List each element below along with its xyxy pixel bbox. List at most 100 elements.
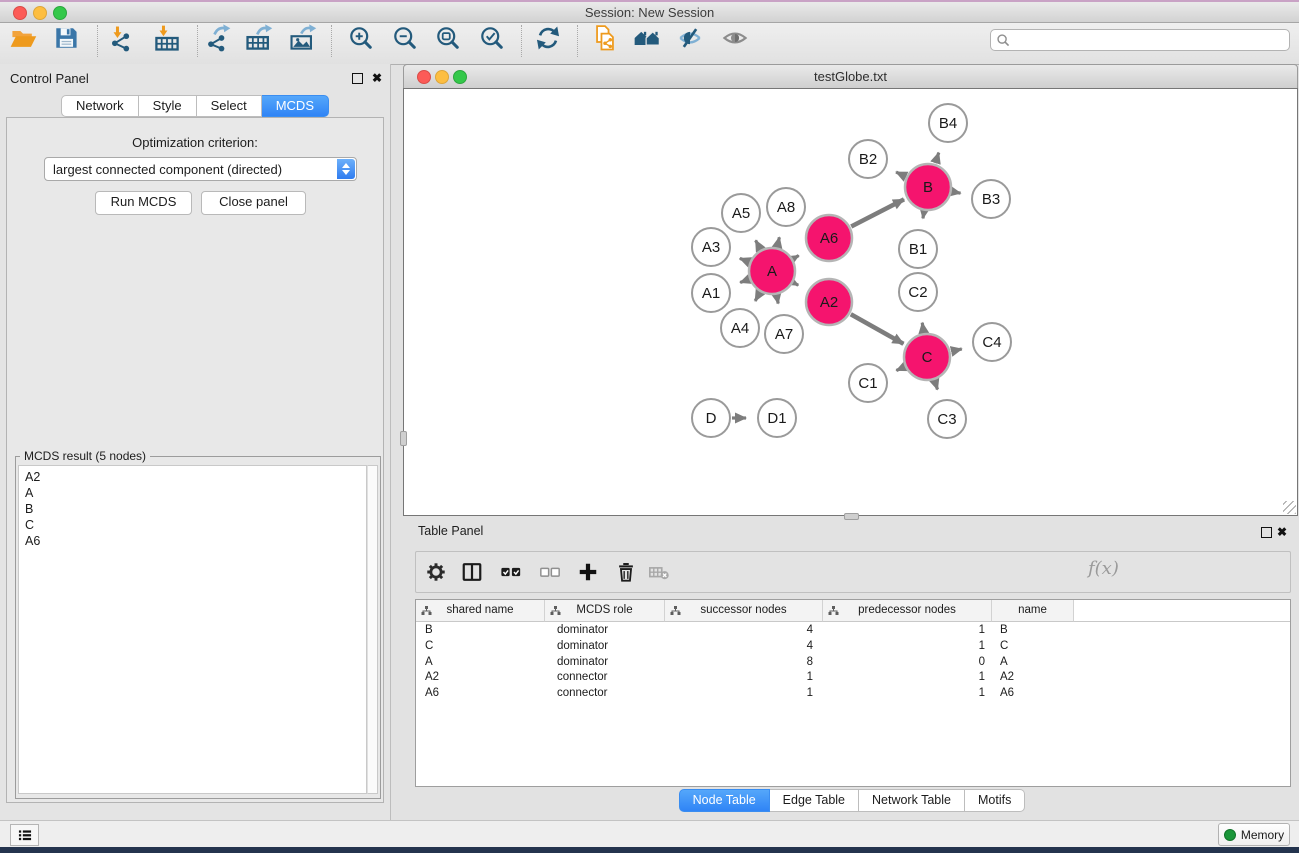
table-row[interactable]: A2connector11A2 bbox=[416, 670, 1290, 686]
graph-edge-A-A3[interactable] bbox=[740, 258, 749, 261]
tab-mcds[interactable]: MCDS bbox=[262, 95, 329, 117]
table-cell[interactable]: 4 bbox=[665, 639, 823, 655]
show-panels-button[interactable] bbox=[10, 824, 39, 846]
tab-network[interactable]: Network bbox=[61, 95, 139, 117]
graph-edge-B-B3[interactable] bbox=[953, 192, 961, 194]
tab-motifs[interactable]: Motifs bbox=[965, 789, 1025, 812]
export-table-icon[interactable] bbox=[242, 21, 276, 55]
graph-edge-A-A2[interactable] bbox=[794, 283, 798, 285]
graph-edge-C-C3[interactable] bbox=[935, 381, 938, 390]
table-cell[interactable]: 1 bbox=[823, 670, 992, 686]
table-header[interactable]: shared nameMCDS rolesuccessor nodesprede… bbox=[416, 600, 1290, 621]
table-cell[interactable]: dominator bbox=[545, 655, 665, 671]
mcds-result-item[interactable]: C bbox=[25, 517, 366, 533]
table-cell[interactable]: dominator bbox=[545, 623, 665, 639]
column-header-predecessor-nodes[interactable]: predecessor nodes bbox=[823, 600, 992, 622]
table-cell[interactable]: A bbox=[416, 655, 545, 671]
import-network-icon[interactable] bbox=[104, 21, 138, 55]
export-network-icon[interactable] bbox=[201, 21, 235, 55]
table-cell[interactable]: A6 bbox=[416, 686, 545, 702]
graph-edge-B-B2[interactable] bbox=[896, 172, 905, 176]
table-cell[interactable]: A bbox=[992, 655, 1074, 671]
open-folder-icon[interactable] bbox=[6, 21, 40, 55]
graph-edge-C-C4[interactable] bbox=[951, 349, 961, 351]
network-canvas[interactable]: B4B2BB3A8A5A6A3B1AA1C2A2A4A7C4CC1C3DD1 bbox=[403, 88, 1298, 516]
columns-icon[interactable] bbox=[460, 560, 484, 584]
graph-edge-A-A7[interactable] bbox=[777, 296, 779, 304]
unselect-all-icon[interactable] bbox=[538, 560, 562, 584]
delete-icon[interactable] bbox=[614, 560, 638, 584]
export-image-icon[interactable] bbox=[286, 21, 320, 55]
select-all-icon[interactable] bbox=[499, 560, 523, 584]
splitter-grip-bottom[interactable] bbox=[844, 513, 859, 520]
table-cell[interactable]: 0 bbox=[823, 655, 992, 671]
network-graph[interactable]: B4B2BB3A8A5A6A3B1AA1C2A2A4A7C4CC1C3DD1 bbox=[404, 89, 1295, 513]
graph-edge-A6-B[interactable] bbox=[851, 199, 904, 226]
zoom-selected-icon[interactable] bbox=[475, 21, 509, 55]
window-resize-handle[interactable] bbox=[1283, 501, 1296, 514]
zoom-fit-icon[interactable] bbox=[431, 21, 465, 55]
table-cell[interactable]: 1 bbox=[823, 623, 992, 639]
tab-node-table[interactable]: Node Table bbox=[679, 789, 770, 812]
float-table-panel-icon[interactable] bbox=[1261, 527, 1272, 538]
graph-edge-B-B1[interactable] bbox=[923, 212, 924, 219]
table-cell[interactable]: 1 bbox=[823, 686, 992, 702]
graph-edge-A2-C[interactable] bbox=[851, 314, 904, 344]
refresh-icon[interactable] bbox=[531, 21, 565, 55]
table-row[interactable]: A6connector11A6 bbox=[416, 686, 1290, 702]
criterion-dropdown[interactable]: largest connected component (directed) bbox=[44, 157, 357, 181]
table-cell[interactable]: connector bbox=[545, 686, 665, 702]
table-cell[interactable]: A2 bbox=[416, 670, 545, 686]
table-cell[interactable]: C bbox=[416, 639, 545, 655]
mcds-result-item[interactable]: B bbox=[25, 501, 366, 517]
import-table-icon[interactable] bbox=[150, 21, 184, 55]
graph-edge-A-A5[interactable] bbox=[756, 240, 761, 249]
table-cell[interactable]: connector bbox=[545, 670, 665, 686]
graph-edge-A-A1[interactable] bbox=[740, 279, 748, 282]
mcds-result-item[interactable]: A6 bbox=[25, 533, 366, 549]
graph-edge-B-B4[interactable] bbox=[935, 153, 938, 164]
graph-edge-A-A8[interactable] bbox=[777, 237, 779, 246]
table-row[interactable]: Adominator80A bbox=[416, 655, 1290, 671]
column-header-shared-name[interactable]: shared name bbox=[416, 600, 545, 622]
run-mcds-button[interactable]: Run MCDS bbox=[95, 191, 192, 215]
tab-style[interactable]: Style bbox=[139, 95, 197, 117]
table-cell[interactable]: B bbox=[416, 623, 545, 639]
graph-edge-A-A6[interactable] bbox=[794, 256, 799, 259]
close-table-panel-icon[interactable]: ✖ bbox=[1277, 526, 1287, 538]
network-window-titlebar[interactable]: testGlobe.txt bbox=[403, 64, 1298, 89]
mcds-result-scrollbar[interactable] bbox=[367, 465, 378, 794]
save-icon[interactable] bbox=[49, 21, 83, 55]
table-cell[interactable]: 8 bbox=[665, 655, 823, 671]
tab-select[interactable]: Select bbox=[197, 95, 262, 117]
mcds-result-item[interactable]: A2 bbox=[25, 469, 366, 485]
column-header-MCDS-role[interactable]: MCDS role bbox=[545, 600, 665, 622]
duplicate-network-icon[interactable] bbox=[588, 21, 622, 55]
close-panel-icon[interactable]: ✖ bbox=[372, 72, 382, 84]
table-cell[interactable]: C bbox=[992, 639, 1074, 655]
splitter-grip-left[interactable] bbox=[400, 431, 407, 446]
table-row[interactable]: Cdominator41C bbox=[416, 639, 1290, 655]
zoom-out-icon[interactable] bbox=[388, 21, 422, 55]
mcds-result-item[interactable]: A bbox=[25, 485, 366, 501]
close-panel-button[interactable]: Close panel bbox=[201, 191, 306, 215]
graph-edge-C-C1[interactable] bbox=[896, 367, 904, 370]
graph-edge-C-C2[interactable] bbox=[922, 323, 923, 333]
graph-edge-A-A4[interactable] bbox=[755, 293, 760, 301]
column-header-successor-nodes[interactable]: successor nodes bbox=[665, 600, 823, 622]
table-cell[interactable]: dominator bbox=[545, 639, 665, 655]
search-input[interactable] bbox=[1011, 32, 1289, 48]
float-panel-icon[interactable] bbox=[352, 73, 363, 84]
table-cell[interactable]: 1 bbox=[823, 639, 992, 655]
column-header-name[interactable]: name bbox=[992, 600, 1074, 622]
table-cell[interactable]: A6 bbox=[992, 686, 1074, 702]
table-cell[interactable]: 1 bbox=[665, 670, 823, 686]
hide-graphics-icon[interactable] bbox=[673, 21, 707, 55]
search-field[interactable] bbox=[990, 29, 1290, 51]
gear-icon[interactable] bbox=[424, 560, 448, 584]
table-cell[interactable]: 4 bbox=[665, 623, 823, 639]
table-cell[interactable]: A2 bbox=[992, 670, 1074, 686]
tab-network-table[interactable]: Network Table bbox=[859, 789, 965, 812]
add-icon[interactable] bbox=[576, 560, 600, 584]
mcds-result-list[interactable]: A2ABCA6 bbox=[18, 465, 367, 794]
